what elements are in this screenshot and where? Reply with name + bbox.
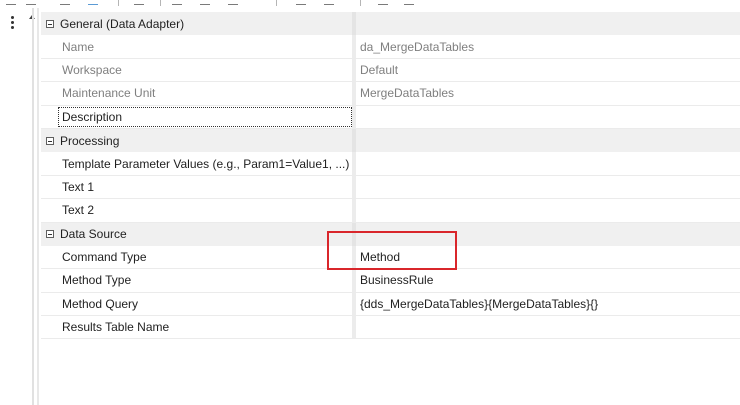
property-label: Results Table Name [62,320,170,335]
sort-icon[interactable] [26,0,36,5]
property-row-results-table-name[interactable]: Results Table Name [41,316,740,340]
pane-divider[interactable] [32,8,34,405]
property-value[interactable]: BusinessRule [356,269,740,291]
property-value[interactable] [356,176,740,198]
collapse-icon[interactable] [46,136,54,145]
category-value [356,128,740,153]
paste-icon[interactable] [324,0,334,5]
annotation-highlight-box [327,231,457,270]
property-row-workspace[interactable]: Workspace Default [41,58,740,83]
insert-icon[interactable] [172,0,182,5]
property-label: Method Query [62,296,139,311]
category-label: Processing [60,133,120,148]
property-label: Workspace [62,62,122,77]
focus-rectangle [58,106,352,127]
property-row-template-parameter-values[interactable]: Template Parameter Values (e.g., Param1=… [41,152,740,176]
category-label: Data Source [60,227,127,242]
page-icon[interactable] [60,0,70,5]
property-row-method-type[interactable]: Method Type BusinessRule [41,269,740,293]
more-options-icon[interactable] [10,16,14,30]
category-value [356,12,740,36]
property-value[interactable]: MergeDataTables [356,82,740,104]
property-row-text-1[interactable]: Text 1 [41,175,740,200]
toolbar-separator [276,0,277,6]
document-icon[interactable] [88,0,98,5]
property-value[interactable] [356,316,740,338]
property-label: Template Parameter Values (e.g., Param1=… [62,156,350,171]
insert-below-icon[interactable] [200,0,210,5]
property-value[interactable]: da_MergeDataTables [356,35,740,57]
property-grid: General (Data Adapter) Name da_MergeData… [41,12,740,340]
property-label: Text 2 [62,203,95,218]
copy-icon[interactable] [296,0,306,5]
property-label: Command Type [62,250,147,265]
collapse-icon[interactable] [46,230,54,239]
property-label: Maintenance Unit [62,86,156,101]
property-label: Method Type [62,273,132,288]
grid-icon[interactable] [134,0,144,5]
toolbar-strip [0,0,740,8]
property-label: Name [62,39,95,54]
collapse-icon[interactable] [46,19,54,28]
property-value[interactable]: {dds_MergeDataTables}{MergeDataTables}{} [356,293,740,315]
grid-border [37,8,39,405]
settings-icon[interactable] [378,0,388,5]
property-row-name[interactable]: Name da_MergeDataTables [41,35,740,59]
category-label: General (Data Adapter) [60,16,185,31]
toolbar-separator [160,0,161,6]
property-value[interactable] [356,106,740,128]
category-general[interactable]: General (Data Adapter) [41,12,740,36]
move-icon[interactable] [228,0,238,5]
left-gutter [0,8,28,405]
toolbar-separator [360,0,361,6]
toolbar-separator [118,0,119,6]
category-processing[interactable]: Processing [41,128,740,153]
property-value[interactable] [356,152,740,174]
property-value[interactable]: Default [356,59,740,81]
property-row-method-query[interactable]: Method Query {dds_MergeDataTables}{Merge… [41,292,740,317]
link-icon[interactable] [404,0,414,5]
property-label: Text 1 [62,179,95,194]
property-row-description[interactable]: Description [41,105,740,129]
property-value[interactable] [356,199,740,221]
refresh-icon[interactable] [6,0,16,5]
property-row-text-2[interactable]: Text 2 [41,199,740,223]
property-row-maintenance-unit[interactable]: Maintenance Unit MergeDataTables [41,82,740,106]
